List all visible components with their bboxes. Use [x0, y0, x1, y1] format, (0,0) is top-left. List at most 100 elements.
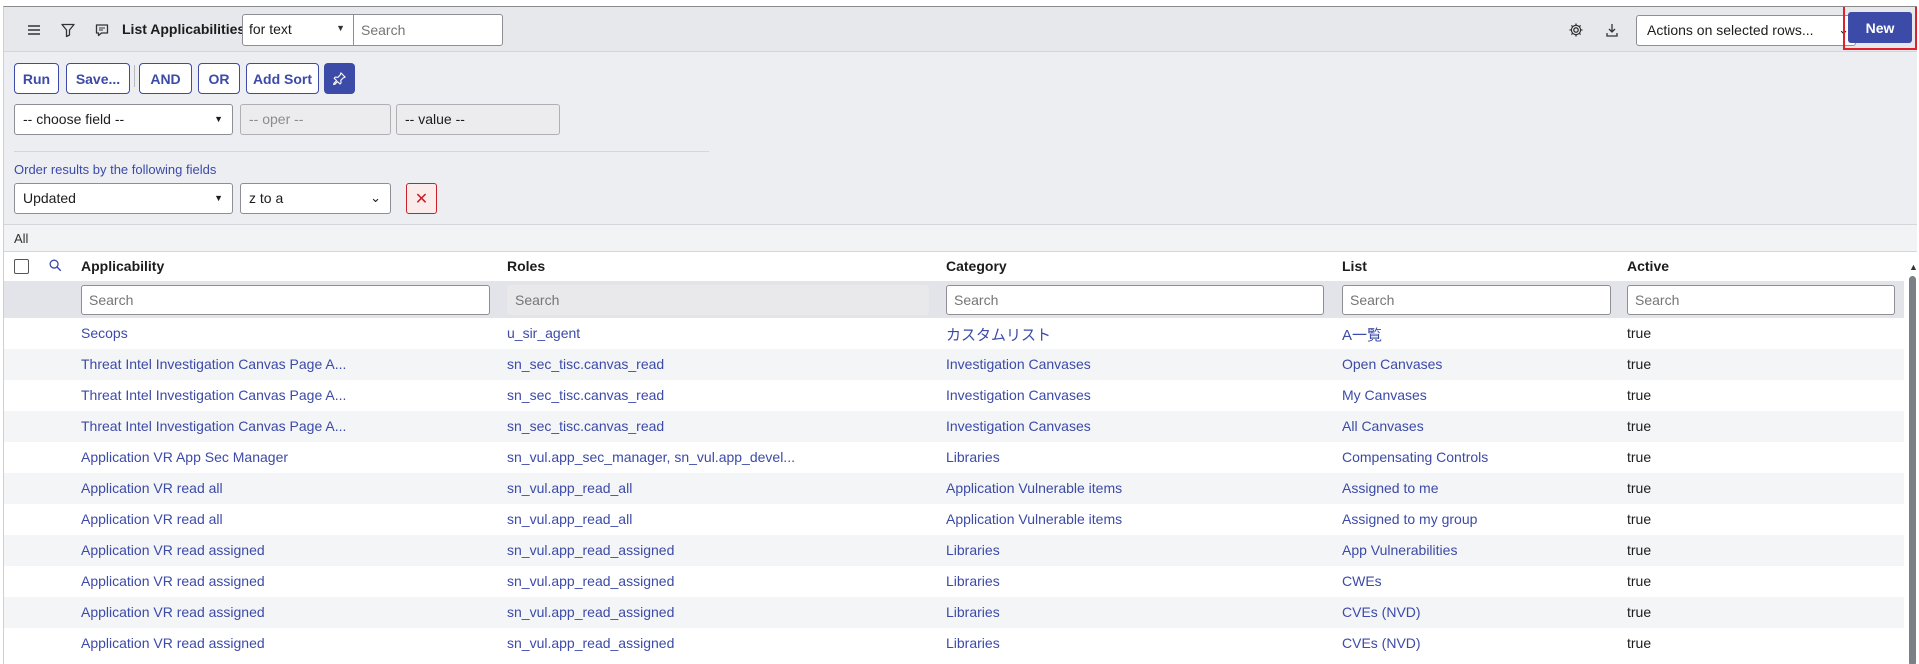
roles-link[interactable]: sn_sec_tisc.canvas_read: [507, 418, 664, 434]
applicability-link[interactable]: Threat Intel Investigation Canvas Page A…: [81, 356, 346, 372]
choose-field-select[interactable]: -- choose field -- ▼: [14, 104, 233, 135]
roles-link[interactable]: sn_sec_tisc.canvas_read: [507, 387, 664, 403]
list-link[interactable]: A一覧: [1342, 324, 1382, 345]
applicability-link[interactable]: Threat Intel Investigation Canvas Page A…: [81, 418, 346, 434]
list-link[interactable]: Assigned to me: [1342, 480, 1439, 496]
roles-link[interactable]: sn_vul.app_read_assigned: [507, 604, 674, 620]
category-link[interactable]: Investigation Canvases: [946, 356, 1091, 372]
roles-link[interactable]: sn_sec_tisc.canvas_read: [507, 356, 664, 372]
roles-link[interactable]: sn_vul.app_sec_manager, sn_vul.app_devel…: [507, 449, 795, 465]
list-link[interactable]: Compensating Controls: [1342, 449, 1488, 465]
table-row: Threat Intel Investigation Canvas Page A…: [4, 411, 1904, 442]
category-link[interactable]: Libraries: [946, 635, 1000, 651]
category-link[interactable]: Investigation Canvases: [946, 418, 1091, 434]
applicability-link[interactable]: Application VR read all: [81, 480, 223, 496]
remove-sort-button[interactable]: ✕: [406, 183, 437, 214]
order-field-select[interactable]: Updated ▼: [14, 183, 233, 214]
category-link[interactable]: Libraries: [946, 542, 1000, 558]
active-value: true: [1627, 418, 1652, 434]
applicability-link[interactable]: Secops: [81, 325, 128, 341]
add-sort-button[interactable]: Add Sort: [246, 63, 319, 94]
chevron-down-icon: ▼: [214, 114, 223, 124]
scrollbar-thumb[interactable]: [1909, 276, 1916, 664]
applicability-search-input[interactable]: [81, 285, 490, 315]
applicability-link[interactable]: Application VR App Sec Manager: [81, 449, 288, 465]
applicability-link[interactable]: Application VR read all: [81, 511, 223, 527]
category-link[interactable]: Libraries: [946, 573, 1000, 589]
and-button[interactable]: AND: [139, 63, 192, 94]
list-link[interactable]: Open Canvases: [1342, 356, 1442, 372]
order-direction-select[interactable]: z to a ⌄: [240, 183, 391, 214]
category-link[interactable]: Investigation Canvases: [946, 387, 1091, 403]
new-button-highlight: New: [1843, 7, 1917, 50]
list-link[interactable]: My Canvases: [1342, 387, 1427, 403]
category-link[interactable]: Application Vulnerable items: [946, 480, 1122, 496]
value-field[interactable]: -- value --: [396, 104, 560, 135]
chat-context-icon[interactable]: [90, 18, 114, 42]
active-value: true: [1627, 387, 1652, 403]
roles-link[interactable]: sn_vul.app_read_assigned: [507, 635, 674, 651]
actions-on-selected-rows-select[interactable]: Actions on selected rows... ⌄: [1636, 15, 1856, 46]
list-search-input[interactable]: [353, 14, 503, 46]
column-header-applicability[interactable]: Applicability: [81, 258, 164, 274]
operator-select[interactable]: -- oper --: [240, 104, 391, 135]
active-value: true: [1627, 325, 1652, 341]
applicability-link[interactable]: Application VR read assigned: [81, 604, 265, 620]
roles-link[interactable]: sn_vul.app_read_all: [507, 511, 632, 527]
category-search-input[interactable]: [946, 285, 1324, 315]
search-field-select[interactable]: for text ▼: [242, 14, 354, 46]
column-header-roles[interactable]: Roles: [507, 258, 545, 274]
category-link[interactable]: カスタムリスト: [946, 324, 1051, 345]
new-button[interactable]: New: [1848, 12, 1912, 43]
toolbar-divider: [134, 65, 135, 87]
roles-link[interactable]: sn_vul.app_read_all: [507, 480, 632, 496]
roles-link[interactable]: u_sir_agent: [507, 325, 580, 341]
column-header-list[interactable]: List: [1342, 258, 1367, 274]
list-search-column-input[interactable]: [1342, 285, 1611, 315]
list-link[interactable]: CVEs (NVD): [1342, 635, 1421, 651]
run-button[interactable]: Run: [14, 63, 59, 94]
or-button[interactable]: OR: [198, 63, 240, 94]
category-link[interactable]: Application Vulnerable items: [946, 511, 1122, 527]
active-value: true: [1627, 542, 1652, 558]
operator-value: -- oper --: [249, 111, 304, 127]
list-link[interactable]: CVEs (NVD): [1342, 604, 1421, 620]
download-icon[interactable]: [1600, 18, 1624, 42]
category-link[interactable]: Libraries: [946, 449, 1000, 465]
roles-search-input[interactable]: [507, 285, 929, 315]
pin-icon[interactable]: [324, 63, 355, 94]
active-search-input[interactable]: [1627, 285, 1895, 315]
applicability-link[interactable]: Application VR read assigned: [81, 573, 265, 589]
table-row: Application VR read assigned sn_vul.app_…: [4, 597, 1904, 628]
active-value: true: [1627, 356, 1652, 372]
roles-link[interactable]: sn_vul.app_read_assigned: [507, 573, 674, 589]
applicability-link[interactable]: Application VR read assigned: [81, 542, 265, 558]
active-value: true: [1627, 573, 1652, 589]
order-results-label: Order results by the following fields: [14, 162, 217, 177]
applicability-link[interactable]: Threat Intel Investigation Canvas Page A…: [81, 387, 346, 403]
column-header-category[interactable]: Category: [946, 258, 1007, 274]
gear-icon[interactable]: [1564, 18, 1588, 42]
hamburger-menu-icon[interactable]: [22, 18, 46, 42]
roles-link[interactable]: sn_vul.app_read_assigned: [507, 542, 674, 558]
vertical-scrollbar[interactable]: ▲: [1907, 262, 1917, 664]
column-header-active[interactable]: Active: [1627, 258, 1669, 274]
list-link[interactable]: All Canvases: [1342, 418, 1424, 434]
applicability-link[interactable]: Application VR read assigned: [81, 635, 265, 651]
list-view: List Applicabilities for text ▼ Actions …: [3, 6, 1917, 664]
scroll-up-icon[interactable]: ▲: [1909, 262, 1917, 272]
list-link[interactable]: Assigned to my group: [1342, 511, 1477, 527]
page-title: List Applicabilities: [122, 21, 246, 37]
breadcrumb-all[interactable]: All: [14, 231, 28, 246]
close-icon: ✕: [414, 190, 429, 208]
funnel-filter-icon[interactable]: [56, 18, 80, 42]
list-link[interactable]: App Vulnerabilities: [1342, 542, 1457, 558]
search-icon[interactable]: [48, 258, 64, 274]
save-button[interactable]: Save...: [66, 63, 130, 94]
table-row: Application VR App Sec Manager sn_vul.ap…: [4, 442, 1904, 473]
category-link[interactable]: Libraries: [946, 604, 1000, 620]
select-all-checkbox[interactable]: [14, 259, 29, 274]
list-link[interactable]: CWEs: [1342, 573, 1382, 589]
chevron-down-icon: ▼: [336, 23, 345, 33]
table-row: Application VR read assigned sn_vul.app_…: [4, 566, 1904, 597]
